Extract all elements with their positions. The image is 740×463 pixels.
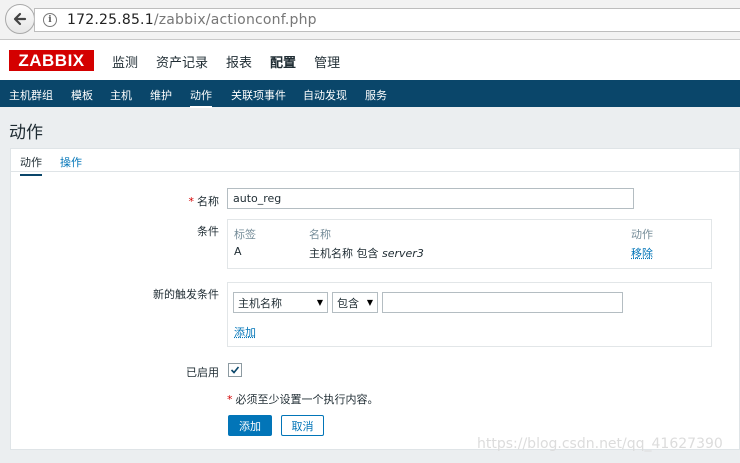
tab-action[interactable]: 动作 [20,154,42,176]
sub-nav: 主机群组 模板 主机 维护 动作 关联项事件 自动发现 服务 [0,80,740,108]
condition-value-input[interactable] [382,292,623,313]
new-condition-label: 新的触发条件 [153,288,219,301]
subnav-services[interactable]: 服务 [365,87,387,103]
top-header: ZABBIX 监测 资产记录 报表 配置 管理 [0,40,740,80]
col-name-header: 名称 [309,228,331,241]
subnav-correlation[interactable]: 关联项事件 [231,87,286,103]
add-condition-link[interactable]: 添加 [234,324,256,340]
browser-toolbar: i 172.25.85.1/zabbix/actionconf.php [0,0,740,40]
remove-condition-link[interactable]: 移除 [631,245,653,261]
back-button[interactable] [5,4,35,34]
new-condition-box: 主机名称 ▼ 包含 ▼ 添加 [227,282,712,347]
operations-warning: * 必须至少设置一个执行内容。 [227,393,379,406]
name-input[interactable]: auto_reg [227,188,634,209]
tab-bar: 动作 操作 [11,149,740,176]
check-icon [230,366,240,374]
col-action-header: 动作 [631,228,653,241]
subnav-actions[interactable]: 动作 [190,87,212,108]
main-nav: 监测 资产记录 报表 配置 管理 [112,52,358,71]
nav-inventory[interactable]: 资产记录 [156,52,208,71]
enabled-checkbox[interactable] [228,363,242,377]
info-icon[interactable]: i [43,13,57,27]
nav-administration[interactable]: 管理 [314,52,340,71]
action-form-panel: 动作 操作 * 名称 auto_reg 条件 标签 名称 动作 A 主机名称 包含… [10,148,740,450]
conditions-table: 标签 名称 动作 A 主机名称 包含 server3 移除 [227,219,712,269]
arrow-left-icon [13,12,27,26]
subnav-host-groups[interactable]: 主机群组 [9,87,53,103]
chevron-down-icon: ▼ [366,298,374,307]
subnav-templates[interactable]: 模板 [71,87,93,103]
col-tag-header: 标签 [234,228,256,241]
nav-configuration[interactable]: 配置 [270,52,296,71]
condition-operator-select[interactable]: 包含 ▼ [332,292,378,313]
condition-name: 主机名称 包含 server3 [309,247,424,260]
tab-operations[interactable]: 操作 [60,154,82,170]
nav-reports[interactable]: 报表 [226,52,252,71]
url-text: 172.25.85.1/zabbix/actionconf.php [67,12,317,28]
chevron-down-icon: ▼ [316,298,324,307]
conditions-label: 条件 [197,225,219,238]
nav-monitoring[interactable]: 监测 [112,52,138,71]
name-label: * 名称 [188,195,220,208]
subnav-maintenance[interactable]: 维护 [150,87,172,103]
enabled-label: 已启用 [186,366,219,379]
condition-type-select[interactable]: 主机名称 ▼ [233,292,328,313]
add-button[interactable]: 添加 [228,415,272,436]
subnav-hosts[interactable]: 主机 [110,87,132,103]
subnav-discovery[interactable]: 自动发现 [303,87,347,103]
cancel-button[interactable]: 取消 [281,415,324,436]
page-title: 动作 [9,123,43,143]
watermark: https://blog.csdn.net/qq_41627390 [477,436,723,452]
zabbix-logo[interactable]: ZABBIX [9,50,94,71]
condition-tag: A [234,245,242,258]
address-bar[interactable]: i 172.25.85.1/zabbix/actionconf.php [34,8,740,32]
